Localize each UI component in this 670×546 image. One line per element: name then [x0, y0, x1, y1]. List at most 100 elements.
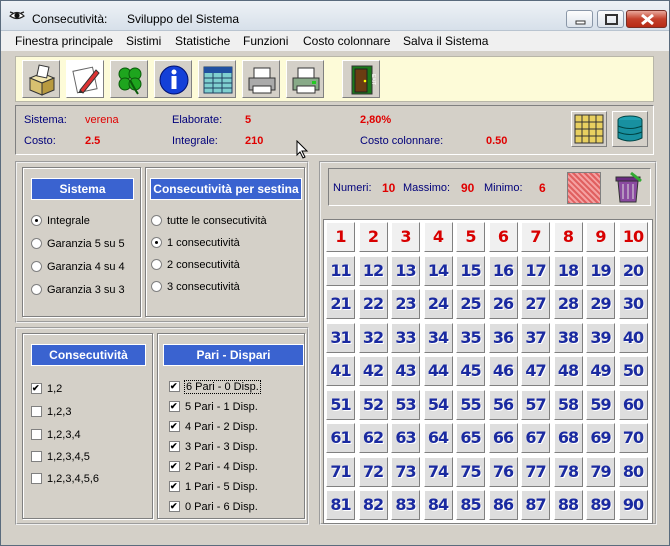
check-2-pari[interactable]: 2 Pari - 4 Disp.	[169, 461, 258, 473]
number-cell-31[interactable]: 31	[326, 322, 355, 353]
number-cell-49[interactable]: 49	[586, 356, 615, 386]
number-cell-38[interactable]: 38	[553, 322, 583, 353]
number-cell-63[interactable]: 63	[391, 423, 420, 453]
number-cell-36[interactable]: 36	[488, 322, 518, 353]
number-cell-40[interactable]: 40	[618, 322, 648, 353]
number-cell-64[interactable]: 64	[423, 423, 453, 453]
number-cell-16[interactable]: 16	[488, 255, 518, 286]
number-cell-43[interactable]: 43	[391, 356, 420, 386]
number-cell-52[interactable]: 52	[358, 389, 388, 420]
number-cell-72[interactable]: 72	[358, 456, 388, 487]
number-cell-9[interactable]: 9	[586, 222, 615, 252]
number-cell-77[interactable]: 77	[521, 456, 550, 487]
menu-costo-colonnare[interactable]: Costo colonnare	[303, 34, 390, 48]
number-cell-13[interactable]: 13	[391, 255, 420, 286]
menu-statistiche[interactable]: Statistiche	[175, 34, 230, 48]
check-1-2-3-4-5-6[interactable]: 1,2,3,4,5,6	[31, 473, 99, 485]
number-cell-87[interactable]: 87	[521, 490, 550, 520]
check-3-pari[interactable]: 3 Pari - 3 Disp.	[169, 441, 258, 453]
number-cell-30[interactable]: 30	[618, 289, 648, 319]
database-button[interactable]	[612, 111, 648, 147]
menu-sistimi[interactable]: Sistimi	[126, 34, 161, 48]
number-cell-81[interactable]: 81	[326, 490, 355, 520]
check-1-2-3-4[interactable]: 1,2,3,4	[31, 429, 81, 441]
check-6-pari[interactable]: 6 Pari - 0 Disp.	[169, 380, 261, 394]
radio-garanzia-4[interactable]: Garanzia 4 su 4	[31, 261, 125, 273]
minimize-button[interactable]	[566, 10, 593, 28]
number-cell-42[interactable]: 42	[358, 356, 388, 386]
number-cell-86[interactable]: 86	[488, 490, 518, 520]
check-1-pari[interactable]: 1 Pari - 5 Disp.	[169, 481, 258, 493]
title-bar[interactable]: Consecutività: Sviluppo del Sistema	[1, 1, 669, 31]
exit-button[interactable]: EXIT	[342, 60, 380, 98]
check-1-2-3-4-5[interactable]: 1,2,3,4,5	[31, 451, 90, 463]
number-cell-27[interactable]: 27	[521, 289, 550, 319]
number-cell-26[interactable]: 26	[488, 289, 518, 319]
radio-tutte[interactable]: tutte le consecutività	[151, 215, 267, 227]
number-cell-62[interactable]: 62	[358, 423, 388, 453]
number-cell-6[interactable]: 6	[488, 222, 518, 252]
number-cell-10[interactable]: 10	[618, 222, 648, 252]
number-cell-33[interactable]: 33	[391, 322, 420, 353]
number-cell-67[interactable]: 67	[521, 423, 550, 453]
number-cell-47[interactable]: 47	[521, 356, 550, 386]
number-cell-1[interactable]: 1	[326, 222, 355, 252]
number-cell-71[interactable]: 71	[326, 456, 355, 487]
number-cell-17[interactable]: 17	[521, 255, 550, 286]
number-cell-84[interactable]: 84	[423, 490, 453, 520]
number-cell-68[interactable]: 68	[553, 423, 583, 453]
number-cell-79[interactable]: 79	[586, 456, 615, 487]
open-box-button[interactable]	[22, 60, 60, 98]
number-cell-4[interactable]: 4	[423, 222, 453, 252]
maximize-button[interactable]	[597, 10, 624, 28]
menu-finestra-principale[interactable]: Finestra principale	[15, 34, 113, 48]
number-cell-39[interactable]: 39	[586, 322, 615, 353]
red-pattern-button[interactable]	[567, 172, 601, 204]
radio-2-consecutivita[interactable]: 2 consecutività	[151, 259, 240, 271]
print-button[interactable]	[242, 60, 280, 98]
number-cell-78[interactable]: 78	[553, 456, 583, 487]
number-cell-48[interactable]: 48	[553, 356, 583, 386]
number-cell-90[interactable]: 90	[618, 490, 648, 520]
table-button[interactable]	[198, 60, 236, 98]
number-cell-23[interactable]: 23	[391, 289, 420, 319]
close-button[interactable]	[626, 10, 667, 28]
number-cell-58[interactable]: 58	[553, 389, 583, 420]
number-cell-75[interactable]: 75	[456, 456, 485, 487]
number-cell-2[interactable]: 2	[358, 222, 388, 252]
number-cell-51[interactable]: 51	[326, 389, 355, 420]
number-cell-32[interactable]: 32	[358, 322, 388, 353]
trash-button[interactable]	[611, 171, 645, 205]
check-4-pari[interactable]: 4 Pari - 2 Disp.	[169, 421, 258, 433]
info-button[interactable]	[154, 60, 192, 98]
number-cell-29[interactable]: 29	[586, 289, 615, 319]
number-cell-61[interactable]: 61	[326, 423, 355, 453]
number-cell-76[interactable]: 76	[488, 456, 518, 487]
number-cell-85[interactable]: 85	[456, 490, 485, 520]
number-cell-69[interactable]: 69	[586, 423, 615, 453]
number-cell-28[interactable]: 28	[553, 289, 583, 319]
number-cell-82[interactable]: 82	[358, 490, 388, 520]
number-cell-60[interactable]: 60	[618, 389, 648, 420]
radio-garanzia-5[interactable]: Garanzia 5 su 5	[31, 238, 125, 250]
number-cell-74[interactable]: 74	[423, 456, 453, 487]
number-cell-19[interactable]: 19	[586, 255, 615, 286]
number-cell-73[interactable]: 73	[391, 456, 420, 487]
number-cell-12[interactable]: 12	[358, 255, 388, 286]
check-0-pari[interactable]: 0 Pari - 6 Disp.	[169, 501, 258, 513]
check-1-2-3[interactable]: 1,2,3	[31, 406, 71, 418]
number-cell-46[interactable]: 46	[488, 356, 518, 386]
number-cell-15[interactable]: 15	[456, 255, 485, 286]
clover-button[interactable]	[110, 60, 148, 98]
number-cell-34[interactable]: 34	[423, 322, 453, 353]
number-cell-89[interactable]: 89	[586, 490, 615, 520]
number-cell-59[interactable]: 59	[586, 389, 615, 420]
number-cell-50[interactable]: 50	[618, 356, 648, 386]
number-cell-53[interactable]: 53	[391, 389, 420, 420]
number-cell-20[interactable]: 20	[618, 255, 648, 286]
number-cell-25[interactable]: 25	[456, 289, 485, 319]
number-cell-65[interactable]: 65	[456, 423, 485, 453]
number-cell-18[interactable]: 18	[553, 255, 583, 286]
number-cell-44[interactable]: 44	[423, 356, 453, 386]
print-color-button[interactable]	[286, 60, 324, 98]
